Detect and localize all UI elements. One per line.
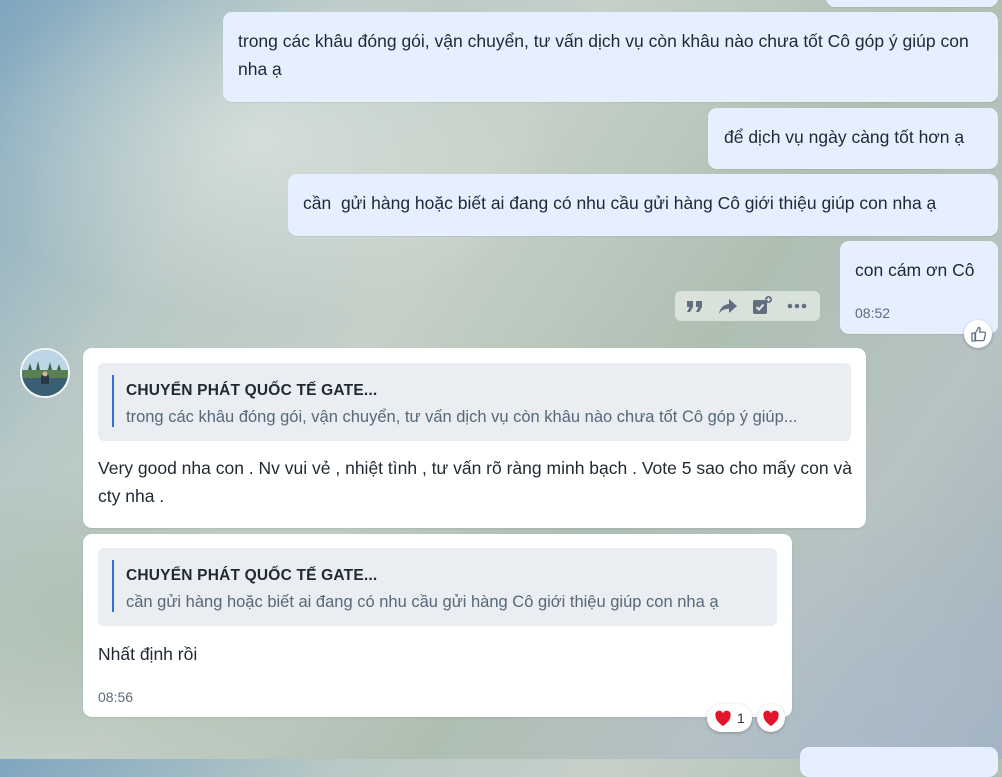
quote-bar	[112, 375, 114, 427]
message-bubble-incoming[interactable]: CHUYỂN PHÁT QUỐC TẾ GATE... cần gửi hàng…	[83, 534, 792, 717]
message-text: Nhất định rồi	[98, 644, 198, 664]
message-text: để dịch vụ ngày càng tốt hơn ạ	[724, 127, 965, 147]
quote-text: cần gửi hàng hoặc biết ai đang có nhu cầ…	[126, 593, 719, 611]
quote-icon[interactable]	[684, 295, 706, 317]
message-time: 08:52	[855, 305, 891, 321]
quote-text: trong các khâu đóng gói, vận chuyển, tư …	[126, 408, 798, 426]
message-text: trong các khâu đóng gói, vận chuyển, tư …	[238, 31, 969, 79]
message-bubble-partial-bottom[interactable]	[800, 747, 998, 777]
avatar[interactable]	[20, 348, 70, 398]
message-bubble-outgoing[interactable]: trong các khâu đóng gói, vận chuyển, tư …	[223, 12, 998, 102]
thumbs-up-icon	[971, 326, 987, 342]
quoted-message[interactable]: CHUYỂN PHÁT QUỐC TẾ GATE... cần gửi hàng…	[98, 548, 777, 626]
quote-bar	[112, 560, 114, 612]
reaction-summary[interactable]: 1	[707, 704, 752, 732]
message-action-toolbar	[675, 291, 820, 321]
message-bubble-partial-top[interactable]	[826, 0, 998, 7]
heart-icon	[763, 710, 779, 726]
message-time: 08:56	[98, 689, 134, 705]
reaction-count: 1	[737, 710, 745, 726]
message-text: con cám ơn Cô	[855, 260, 975, 280]
forward-icon[interactable]	[717, 295, 739, 317]
quote-sender: CHUYỂN PHÁT QUỐC TẾ GATE...	[126, 382, 378, 399]
message-text: Very good nha con . Nv vui vẻ , nhiệt tì…	[98, 458, 852, 506]
message-bubble-outgoing[interactable]: cần gửi hàng hoặc biết ai đang có nhu cầ…	[288, 174, 998, 236]
heart-icon	[715, 710, 731, 726]
quote-sender: CHUYỂN PHÁT QUỐC TẾ GATE...	[126, 567, 378, 584]
message-bubble-outgoing[interactable]: để dịch vụ ngày càng tốt hơn ạ	[708, 108, 998, 169]
quoted-message[interactable]: CHUYỂN PHÁT QUỐC TẾ GATE... trong các kh…	[98, 363, 851, 441]
add-task-icon[interactable]	[751, 295, 773, 317]
message-bubble-incoming[interactable]: CHUYỂN PHÁT QUỐC TẾ GATE... trong các kh…	[83, 348, 866, 528]
more-icon[interactable]	[786, 295, 808, 317]
like-reaction-button[interactable]	[964, 320, 992, 348]
message-text: cần gửi hàng hoặc biết ai đang có nhu cầ…	[303, 193, 937, 213]
heart-reaction-button[interactable]	[757, 704, 785, 732]
